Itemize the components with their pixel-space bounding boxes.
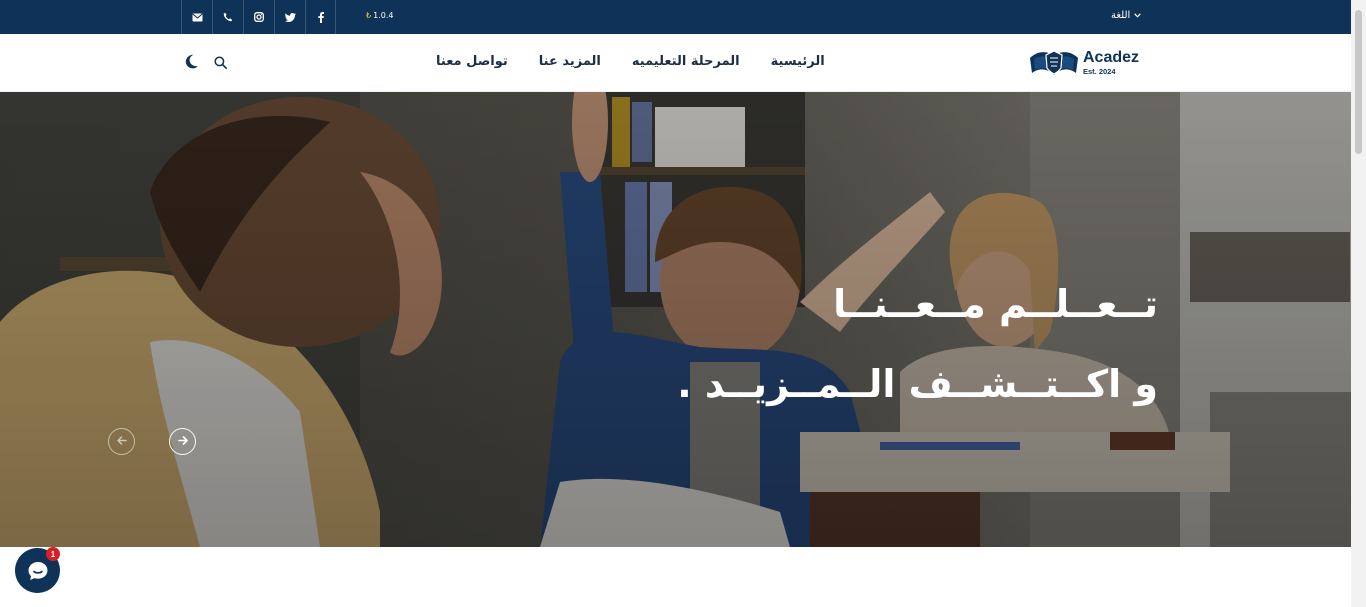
slider-prev-button[interactable] xyxy=(108,428,135,455)
facebook-icon[interactable] xyxy=(305,0,336,34)
book-shield-logo-icon xyxy=(1030,50,1078,75)
nav-education-stage[interactable]: المرحلة التعليميه xyxy=(632,54,740,69)
main-nav: الرئيسية المرحلة التعليميه المزيد عنا تو… xyxy=(436,54,825,69)
chat-bubble-icon xyxy=(28,561,47,580)
phone-icon[interactable] xyxy=(212,0,243,34)
logo-brand-text: Acadez xyxy=(1083,49,1140,66)
chat-notification-badge: 1 xyxy=(46,547,60,561)
hero-headline: تــعــلــم مــعــنــا و اكــتــشــف الــ… xyxy=(677,264,1158,424)
header-tools xyxy=(184,54,227,73)
social-links xyxy=(181,0,336,34)
chat-widget-button[interactable]: 1 xyxy=(15,547,60,593)
scrollbar-thumb[interactable] xyxy=(1355,10,1362,154)
search-icon[interactable] xyxy=(214,54,227,73)
hero-headline-line-2: و اكــتــشــف الــمــزيــد . xyxy=(677,362,1158,406)
top-bar: ₺ 1.0.4 اللغة xyxy=(0,0,1351,34)
arrow-right-icon xyxy=(177,434,188,449)
language-selector[interactable]: اللغة xyxy=(1111,10,1142,21)
nav-about-more[interactable]: المزيد عنا xyxy=(539,54,601,69)
arrow-left-icon xyxy=(116,434,127,449)
language-label: اللغة xyxy=(1111,10,1131,21)
main-header: الرئيسية المرحلة التعليميه المزيد عنا تو… xyxy=(0,34,1351,92)
page-scrollbar[interactable] xyxy=(1351,0,1366,607)
twitter-icon[interactable] xyxy=(274,0,305,34)
version-label: ₺ 1.0.4 xyxy=(366,11,393,20)
slider-next-button[interactable] xyxy=(169,428,196,455)
email-icon[interactable] xyxy=(181,0,212,34)
currency-symbol: ₺ xyxy=(366,11,372,20)
chevron-down-icon xyxy=(1134,13,1142,18)
logo-established-text: Est. 2024 xyxy=(1083,67,1116,76)
instagram-icon[interactable] xyxy=(243,0,274,34)
hero-slider: تــعــلــم مــعــنــا و اكــتــشــف الــ… xyxy=(0,92,1351,547)
hero-headline-line-1: تــعــلــم مــعــنــا xyxy=(833,282,1158,326)
page: ₺ 1.0.4 اللغة الرئيسية المرحلة التعليميه … xyxy=(0,0,1366,607)
version-number: 1.0.4 xyxy=(373,11,394,20)
nav-home[interactable]: الرئيسية xyxy=(771,54,825,69)
nav-contact[interactable]: تواصل معنا xyxy=(436,54,508,69)
site-logo[interactable]: Acadez Est. 2024 xyxy=(1028,46,1158,80)
moon-icon[interactable] xyxy=(184,54,198,73)
